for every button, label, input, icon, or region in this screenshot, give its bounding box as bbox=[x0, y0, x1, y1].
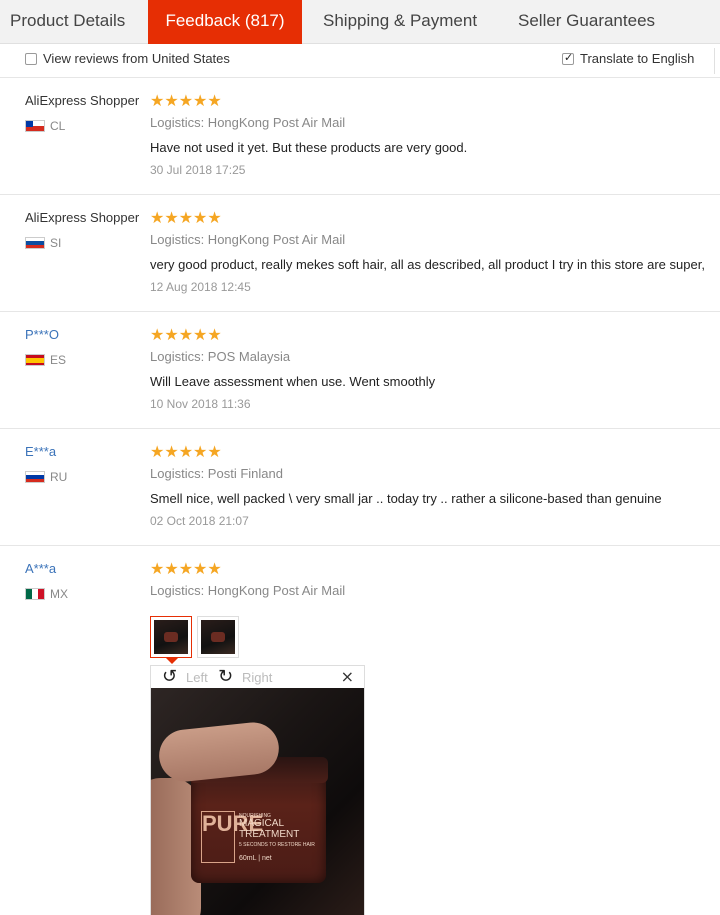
review-date: 02 Oct 2018 21:07 bbox=[150, 514, 249, 528]
rotate-left-label[interactable]: Left bbox=[186, 670, 208, 685]
star-rating: ★★★★★ bbox=[150, 208, 222, 227]
filter-bar: View reviews from United States Translat… bbox=[0, 44, 720, 78]
logistics-info: Logistics: HongKong Post Air Mail bbox=[150, 583, 346, 598]
russia-flag-icon bbox=[25, 471, 45, 483]
selected-thumbnail-pointer bbox=[166, 658, 178, 664]
slovenia-flag-icon bbox=[25, 237, 45, 249]
jar-label-line: MAGICAL bbox=[239, 818, 285, 829]
chile-flag-icon bbox=[25, 120, 45, 132]
star-rating: ★★★★★ bbox=[150, 442, 222, 461]
logistics-info: Logistics: HongKong Post Air Mail bbox=[150, 232, 346, 247]
review-photo-thumbnail[interactable] bbox=[197, 616, 239, 658]
mexico-flag-icon bbox=[25, 588, 45, 600]
jar-label-size: 60mL | net bbox=[239, 855, 272, 862]
product-jar: PURE NOURISHING MAGICAL TREATMENT 5 SECO… bbox=[189, 757, 328, 883]
star-rating: ★★★★★ bbox=[150, 91, 222, 110]
reviewer-name[interactable]: P***O bbox=[25, 327, 59, 342]
review-item: AliExpress Shopper CL ★★★★★ Logistics: H… bbox=[0, 78, 720, 195]
star-rating: ★★★★★ bbox=[150, 559, 222, 578]
logistics-info: Logistics: HongKong Post Air Mail bbox=[150, 115, 346, 130]
logistics-info: Logistics: POS Malaysia bbox=[150, 349, 291, 364]
review-text: Smell nice, well packed \ very small jar… bbox=[150, 491, 662, 506]
rotate-left-icon[interactable]: ↺ bbox=[162, 667, 177, 687]
view-us-label[interactable]: View reviews from United States bbox=[43, 51, 230, 66]
review-item: E***a RU ★★★★★ Logistics: Posti Finland … bbox=[0, 429, 720, 546]
review-date: 30 Jul 2018 17:25 bbox=[150, 163, 246, 177]
translate-checkbox[interactable] bbox=[562, 51, 574, 65]
review-date: 10 Nov 2018 11:36 bbox=[150, 397, 251, 411]
reviewer-country: CL bbox=[50, 119, 66, 133]
spain-flag-icon bbox=[25, 354, 45, 366]
jar-brand-mark: PURE bbox=[201, 811, 263, 863]
review-text: Will Leave assessment when use. Went smo… bbox=[150, 374, 436, 389]
tab-feedback[interactable]: Feedback (817) bbox=[148, 0, 302, 44]
jar-label-line: TREATMENT bbox=[239, 829, 300, 840]
logistics-info: Logistics: Posti Finland bbox=[150, 466, 283, 481]
rotate-right-label[interactable]: Right bbox=[242, 670, 272, 685]
close-icon[interactable]: × bbox=[341, 667, 354, 686]
tab-product-details[interactable]: Product Details bbox=[10, 0, 125, 44]
translate-label[interactable]: Translate to English bbox=[580, 51, 694, 66]
review-photo-thumbnail[interactable] bbox=[150, 616, 192, 658]
rotate-right-icon[interactable]: ↻ bbox=[218, 667, 233, 687]
jar-label-line: 5 SECONDS TO RESTORE HAIR bbox=[239, 842, 315, 848]
review-photo: PURE NOURISHING MAGICAL TREATMENT 5 SECO… bbox=[151, 688, 364, 915]
photo-viewer: ↺ Left ↻ Right × PURE NOURISHING MAGICAL… bbox=[150, 665, 365, 915]
review-item: AliExpress Shopper SI ★★★★★ Logistics: H… bbox=[0, 195, 720, 312]
reviewer-country: MX bbox=[50, 587, 68, 601]
tab-seller-guarantees[interactable]: Seller Guarantees bbox=[518, 0, 655, 44]
divider bbox=[714, 48, 715, 74]
jar-label: PURE NOURISHING MAGICAL TREATMENT 5 SECO… bbox=[201, 811, 319, 869]
reviewer-name: AliExpress Shopper bbox=[25, 93, 140, 108]
reviewer-name[interactable]: E***a bbox=[25, 444, 56, 459]
reviewer-name: AliExpress Shopper bbox=[25, 210, 140, 225]
viewer-toolbar: ↺ Left ↻ Right × bbox=[151, 666, 364, 688]
review-date: 12 Aug 2018 12:45 bbox=[150, 280, 251, 294]
reviewer-country: RU bbox=[50, 470, 68, 484]
review-item: P***O ES ★★★★★ Logistics: POS Malaysia W… bbox=[0, 312, 720, 429]
reviewer-country: SI bbox=[50, 236, 62, 250]
reviewer-name[interactable]: A***a bbox=[25, 561, 56, 576]
review-text: very good product, really mekes soft hai… bbox=[150, 257, 705, 272]
star-rating: ★★★★★ bbox=[150, 325, 222, 344]
tab-bar: Product Details Feedback (817) Shipping … bbox=[0, 0, 720, 44]
view-us-checkbox[interactable] bbox=[25, 53, 37, 65]
reviewer-country: ES bbox=[50, 353, 67, 367]
review-text: Have not used it yet. But these products… bbox=[150, 140, 468, 155]
tab-shipping-payment[interactable]: Shipping & Payment bbox=[323, 0, 477, 44]
